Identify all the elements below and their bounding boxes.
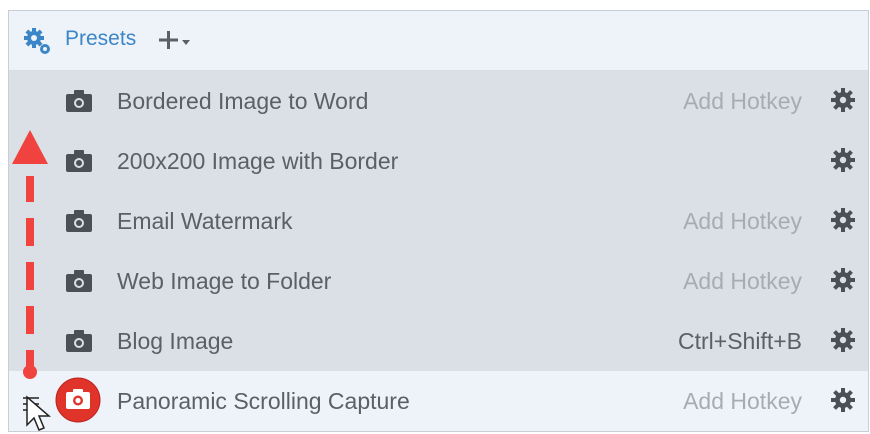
preset-settings-gear-icon[interactable] <box>830 267 856 293</box>
preset-settings-gear-icon[interactable] <box>830 147 856 173</box>
preset-label: 200x200 Image with Border <box>117 148 399 174</box>
mouse-cursor-icon <box>26 395 51 431</box>
preset-label: Bordered Image to Word <box>117 88 369 114</box>
hotkey-button[interactable]: Add Hotkey <box>683 208 802 235</box>
preset-row[interactable]: Bordered Image to Word Add Hotkey <box>9 71 868 131</box>
gears-icon <box>24 28 50 54</box>
camera-icon <box>66 210 92 232</box>
preset-settings-gear-icon[interactable] <box>830 87 856 113</box>
camera-icon <box>66 90 92 112</box>
presets-title[interactable]: Presets <box>65 27 136 51</box>
hotkey-button[interactable]: Ctrl+Shift+B <box>678 328 802 355</box>
camera-icon <box>66 150 92 172</box>
preset-label: Panoramic Scrolling Capture <box>117 388 410 414</box>
presets-panel: Presets Bordered Image to Word Add Hotkey… <box>8 10 869 432</box>
preset-row[interactable]: Blog Image Ctrl+Shift+B <box>9 311 868 371</box>
plus-dropdown-icon[interactable] <box>159 25 199 55</box>
preset-settings-gear-icon[interactable] <box>830 327 856 353</box>
hotkey-button[interactable]: Add Hotkey <box>683 388 802 415</box>
preset-row[interactable]: 200x200 Image with Border <box>9 131 868 191</box>
preset-label: Email Watermark <box>117 208 293 234</box>
hotkey-button[interactable]: Add Hotkey <box>683 88 802 115</box>
camera-icon <box>66 270 92 292</box>
preset-label: Web Image to Folder <box>117 268 332 294</box>
preset-settings-gear-icon[interactable] <box>830 387 856 413</box>
preset-row[interactable]: Panoramic Scrolling Capture Add Hotkey <box>9 371 868 431</box>
camera-record-icon <box>55 377 101 423</box>
hotkey-button[interactable]: Add Hotkey <box>683 268 802 295</box>
preset-label: Blog Image <box>117 328 234 354</box>
preset-row[interactable]: Email Watermark Add Hotkey <box>9 191 868 251</box>
preset-settings-gear-icon[interactable] <box>830 207 856 233</box>
camera-icon <box>66 330 92 352</box>
preset-row[interactable]: Web Image to Folder Add Hotkey <box>9 251 868 311</box>
presets-header: Presets <box>9 11 868 71</box>
